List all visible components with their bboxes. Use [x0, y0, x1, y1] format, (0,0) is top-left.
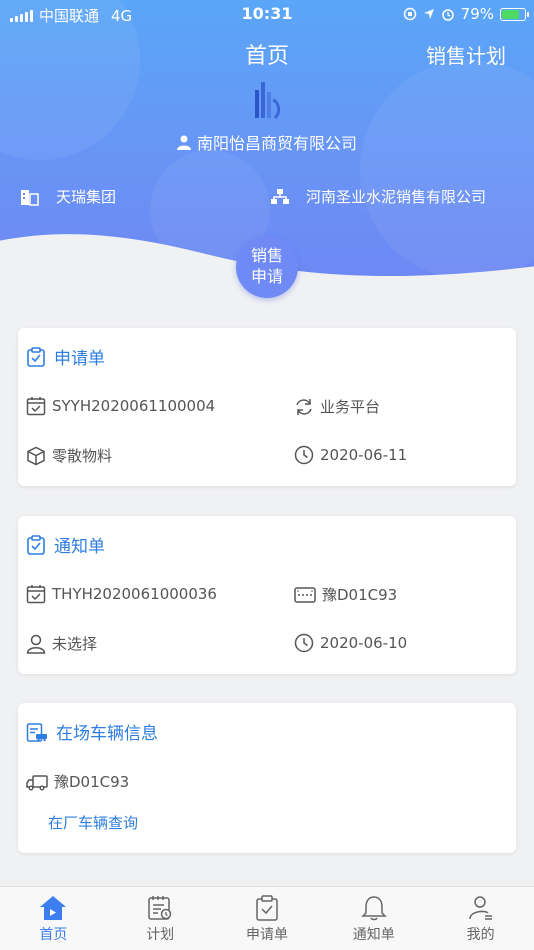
sales-apply-button[interactable]: 销售 申请 — [236, 236, 298, 298]
calendar-check-icon — [26, 397, 46, 416]
notice-title: 通知单 — [54, 537, 105, 557]
platform-text: 业务平台 — [320, 398, 381, 416]
group-right: 河南圣业水泥销售有限公司 — [270, 186, 486, 207]
building-icon — [21, 189, 39, 206]
clock-icon — [294, 633, 314, 653]
clipboard-check-icon — [27, 346, 45, 367]
notice-date: 2020-06-10 — [294, 633, 407, 653]
tab-plan[interactable]: 计划 — [107, 887, 214, 950]
seller-name: 河南圣业水泥销售有限公司 — [306, 188, 487, 206]
plan-icon — [148, 896, 172, 920]
sales-apply-label-2: 申请 — [250, 267, 283, 286]
vehicle-plate-text: 豫D01C93 — [54, 773, 130, 791]
order-number: SYYH2020061100004 — [26, 396, 215, 416]
person-text: 未选择 — [52, 635, 98, 653]
notice-date-text: 2020-06-10 — [320, 634, 408, 652]
tab-home[interactable]: 首页 — [0, 887, 107, 950]
battery-fill — [502, 9, 520, 19]
application-card[interactable]: 申请单 SYYH2020061100004 业务平台 零散物料 2020-06-… — [18, 328, 516, 486]
application-date-text: 2020-06-11 — [320, 446, 408, 464]
card-title: 申请单 — [26, 344, 105, 369]
license-plate: 豫D01C93 — [294, 584, 397, 605]
organization-icon — [271, 188, 289, 204]
material-text: 零散物料 — [52, 447, 113, 465]
tab-label: 通知单 — [352, 927, 395, 943]
orientation-lock-icon — [403, 7, 416, 21]
bell-icon — [360, 896, 387, 921]
person-icon — [26, 634, 46, 654]
order-number-text: SYYH2020061100004 — [52, 397, 216, 415]
vehicle-title: 在场车辆信息 — [56, 724, 158, 744]
refresh-icon — [296, 398, 312, 415]
vehicle-card: 在场车辆信息 豫D01C93 在厂车辆查询 — [18, 703, 516, 853]
notice-card[interactable]: 通知单 THYH2020061000036 豫D01C93 未选择 2020-0… — [18, 516, 516, 674]
vehicle-list-icon — [26, 722, 47, 742]
sales-apply-label-1: 销售 — [250, 246, 283, 265]
tab-bar: 首页 计划 申请单 通知单 我的 — [0, 886, 534, 950]
tab-label: 首页 — [39, 927, 68, 943]
tab-label: 申请单 — [245, 927, 288, 943]
battery-percent: 79% — [460, 5, 494, 23]
in-factory-vehicle-query-link[interactable]: 在厂车辆查询 — [48, 812, 138, 833]
calendar-check-icon — [26, 585, 46, 604]
battery-icon — [500, 7, 529, 21]
plate-text: 豫D01C93 — [322, 586, 398, 604]
status-bar: 中国联通 4G 10:31 79% — [0, 0, 534, 28]
person: 未选择 — [26, 633, 97, 654]
platform: 业务平台 — [294, 396, 380, 417]
application-title: 申请单 — [54, 349, 105, 369]
box-icon — [27, 446, 45, 465]
truck-icon — [26, 774, 48, 790]
group-name: 天瑞集团 — [56, 188, 117, 206]
location-arrow-icon — [423, 9, 434, 19]
company-name: 南阳怡昌商贸有限公司 — [196, 134, 357, 153]
vehicle-plate: 豫D01C93 — [26, 771, 129, 792]
clock-icon — [294, 445, 314, 465]
alarm-icon — [441, 9, 454, 21]
profile-icon — [468, 896, 492, 920]
clipboard-check-icon — [27, 534, 45, 555]
sales-plan-link[interactable]: 销售计划 — [426, 40, 506, 69]
notice-number-text: THYH2020061000036 — [52, 585, 217, 603]
material: 零散物料 — [26, 445, 112, 466]
application-date: 2020-06-11 — [294, 445, 407, 465]
company-logo — [255, 82, 281, 120]
group-left: 天瑞集团 — [20, 186, 116, 207]
license-plate-icon — [294, 586, 316, 603]
tab-label: 计划 — [146, 927, 175, 943]
card-title: 在场车辆信息 — [26, 719, 158, 744]
company-info: 南阳怡昌商贸有限公司 — [0, 130, 534, 154]
clipboard-icon — [256, 895, 278, 921]
home-icon — [40, 896, 67, 920]
user-icon — [176, 135, 191, 150]
tab-notice[interactable]: 通知单 — [320, 887, 427, 950]
tab-application[interactable]: 申请单 — [214, 887, 321, 950]
tab-mine[interactable]: 我的 — [427, 887, 534, 950]
tab-label: 我的 — [466, 927, 495, 943]
card-title: 通知单 — [26, 532, 105, 557]
status-right: 79% — [403, 5, 529, 23]
notice-number: THYH2020061000036 — [26, 584, 217, 604]
